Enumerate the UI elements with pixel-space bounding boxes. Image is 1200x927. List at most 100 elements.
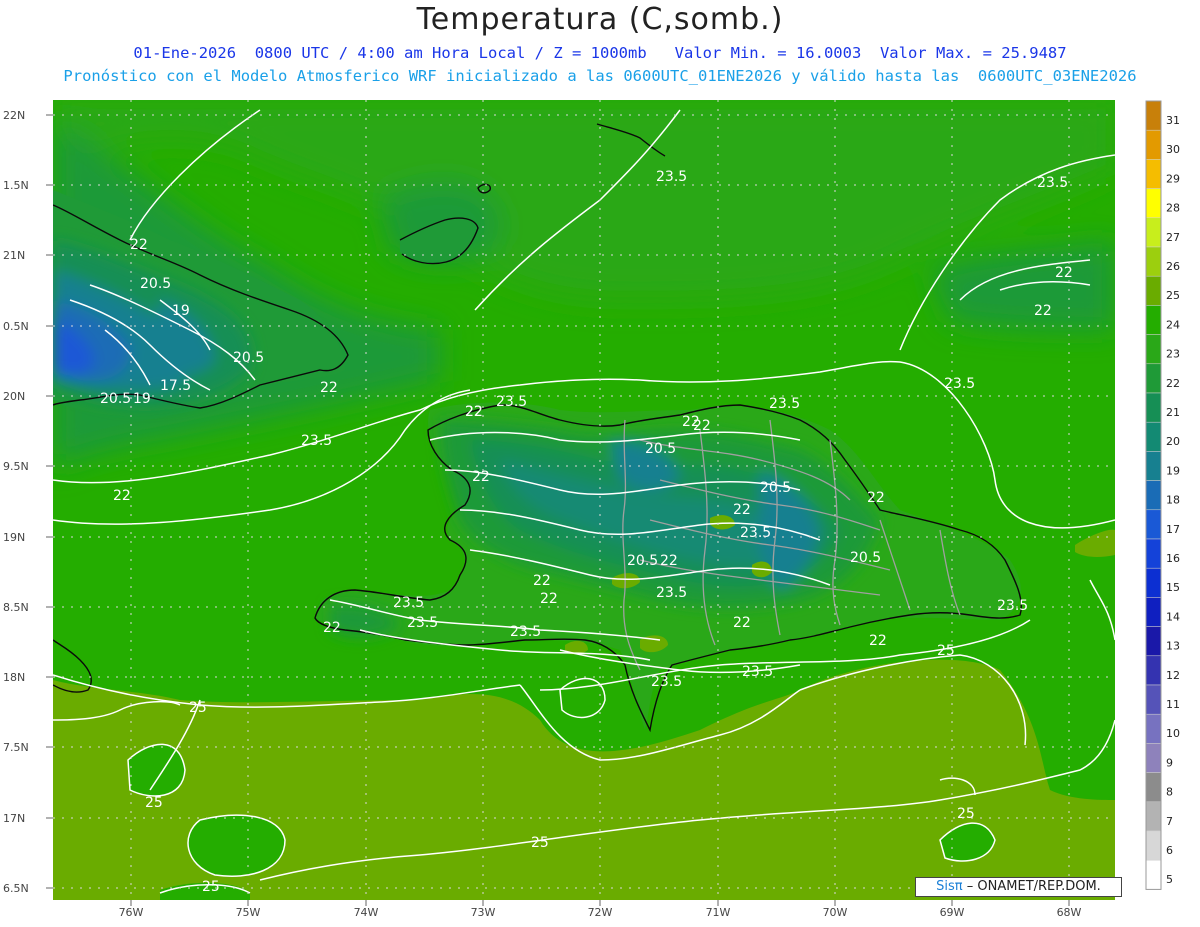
colorbar-label: 17 [1166, 523, 1180, 536]
colorbar-swatch [1145, 509, 1162, 540]
colorbar-swatch [1145, 801, 1162, 832]
colorbar-swatch [1145, 830, 1162, 861]
colorbar-swatch [1145, 129, 1162, 160]
colorbar-swatch [1145, 655, 1162, 686]
plot-area: 23.5 23.5 22 20.5 19 20.5 17.5 20.5 19 2… [53, 100, 1115, 900]
longitude-axis: 76W 75W 74W 73W 72W 71W 70W 69W 68W [119, 906, 1082, 919]
contour-label: 23.5 [740, 525, 771, 541]
colorbar-label: 31 [1166, 114, 1180, 127]
contour-label: 25 [189, 700, 207, 716]
colorbar-swatch [1145, 392, 1162, 423]
colorbar-swatch [1145, 567, 1162, 598]
contour-label: 22 [540, 591, 558, 607]
colorbar-label: 12 [1166, 669, 1180, 682]
colorbar-label: 10 [1166, 727, 1180, 740]
colorbar-swatch [1145, 159, 1162, 189]
contour-label: 22 [869, 633, 887, 649]
colorbar-label: 5 [1166, 873, 1173, 886]
colorbar-swatch [1145, 188, 1162, 219]
colorbar-label: 27 [1166, 231, 1180, 244]
colorbar-label: 9 [1166, 756, 1173, 769]
colorbar-swatch [1145, 217, 1162, 248]
colorbar-label: 8 [1166, 786, 1173, 799]
lon-label: 75W [236, 906, 261, 919]
colorbar-label: 22 [1166, 377, 1180, 390]
contour-label: 25 [145, 795, 163, 811]
colorbar-label: 7 [1166, 815, 1173, 828]
contour-label: 23.5 [510, 624, 541, 640]
sispi-logo: Sisπ [936, 879, 963, 894]
colorbar-swatch [1145, 451, 1162, 481]
colorbar-label: 24 [1166, 318, 1180, 331]
lat-label: 8.5N [3, 601, 29, 614]
colorbar-label: 21 [1166, 406, 1180, 419]
lat-label: 22N [3, 109, 25, 122]
contour-label: 23.5 [301, 433, 332, 449]
lon-label: 76W [119, 906, 144, 919]
colorbar-legend: 31 30 29 28 27 26 25 24 23 22 21 20 19 18 17 16 15 14 13 12… [1145, 100, 1180, 890]
colorbar-swatch [1145, 538, 1162, 569]
contour-label: 20.5 [850, 550, 881, 566]
colorbar-swatch [1145, 100, 1162, 131]
contour-label: 25 [957, 806, 975, 822]
colorbar-label: 14 [1166, 610, 1180, 623]
credit-box: Sisπ – ONAMET/REP.DOM. [915, 877, 1122, 897]
colorbar-swatch [1145, 275, 1162, 306]
colorbar-label: 19 [1166, 464, 1180, 477]
contour-label: 23.5 [769, 396, 800, 412]
colorbar-swatch [1145, 334, 1162, 365]
colorbar-label: 18 [1166, 494, 1180, 507]
colorbar-swatch [1145, 305, 1162, 335]
contour-label: 20.5 [760, 480, 791, 496]
contour-label: 23.5 [651, 674, 682, 690]
lat-label: 9.5N [3, 460, 29, 473]
contour-label: 20.5 [100, 391, 131, 407]
colorbar-swatch [1145, 713, 1162, 744]
lat-label: 0.5N [3, 320, 29, 333]
contour-label: 23.5 [656, 585, 687, 601]
contour-label: 22 [660, 553, 678, 569]
lon-label: 70W [823, 906, 848, 919]
colorbar-label: 20 [1166, 435, 1180, 448]
contour-label: 23.5 [944, 376, 975, 392]
latitude-axis: 22N 1.5N 21N 0.5N 20N 9.5N 19N 8.5N 18N … [3, 109, 29, 895]
contour-label: 17.5 [160, 378, 191, 394]
contour-label: 22 [323, 620, 341, 636]
contour-label: 19 [133, 391, 151, 407]
lat-label: 21N [3, 249, 25, 262]
contour-label: 19 [172, 303, 190, 319]
contour-label: 22 [867, 490, 885, 506]
contour-label: 22 [1034, 303, 1052, 319]
lat-label: 17N [3, 812, 25, 825]
temperature-map: 23.5 23.5 22 20.5 19 20.5 17.5 20.5 19 2… [3, 100, 1180, 919]
colorbar-swatch [1145, 684, 1162, 715]
contour-label: 22 [320, 380, 338, 396]
contour-label: 23.5 [656, 169, 687, 185]
colorbar-label: 6 [1166, 844, 1173, 857]
colorbar-swatch [1145, 421, 1162, 452]
contour-label: 20.5 [140, 276, 171, 292]
colorbar-label: 11 [1166, 698, 1180, 711]
contour-label: 22 [693, 418, 711, 434]
lon-label: 72W [588, 906, 613, 919]
contour-label: 22 [465, 404, 483, 420]
contour-label: 22 [472, 469, 490, 485]
latitude-ticks [46, 114, 53, 889]
colorbar-swatch [1145, 626, 1162, 657]
colorbar-label: 28 [1166, 202, 1180, 215]
contour-label: 25 [202, 879, 220, 895]
lat-label: 18N [3, 671, 25, 684]
contour-label: 22 [130, 237, 148, 253]
contour-label: 20.5 [645, 441, 676, 457]
colorbar-label: 29 [1166, 172, 1180, 185]
colorbar-label: 26 [1166, 260, 1180, 273]
colorbar-label: 23 [1166, 348, 1180, 361]
contour-label: 20.5 [233, 350, 264, 366]
contour-label: 23.5 [997, 598, 1028, 614]
model-info-subtitle: Pronóstico con el Modelo Atmosferico WRF… [63, 67, 1137, 85]
contour-label: 22 [113, 488, 131, 504]
colorbar-swatch [1145, 597, 1162, 627]
colorbar-swatch [1145, 859, 1162, 890]
lon-label: 74W [354, 906, 379, 919]
contour-label: 22 [733, 615, 751, 631]
